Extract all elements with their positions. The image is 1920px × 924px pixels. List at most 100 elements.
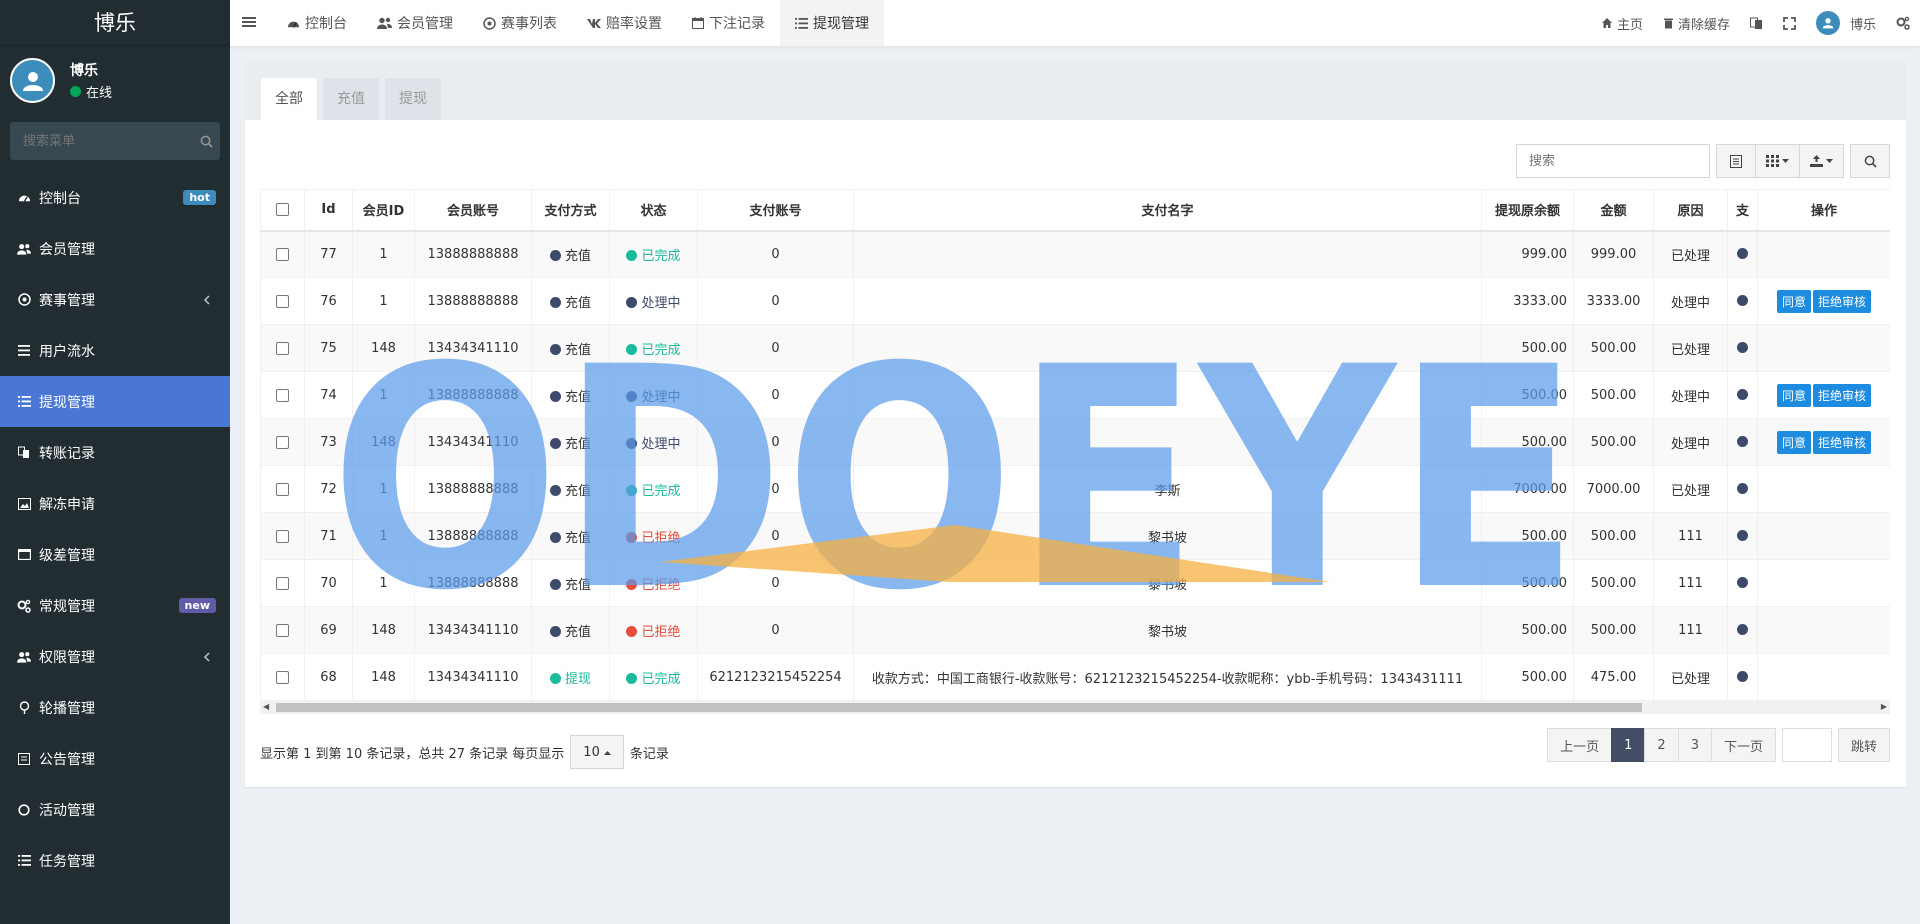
column-header[interactable]: 状态 [609, 189, 698, 232]
sidebar-item-2[interactable]: 赛事管理 [0, 274, 230, 325]
export-button[interactable] [1800, 144, 1844, 178]
table-row[interactable]: 71 1 13888888888 充值 已拒绝 0 黎书坡 500.00 500.00 111 [260, 512, 1890, 560]
columns-button[interactable] [1756, 144, 1800, 178]
filter-tab-0[interactable]: 全部 [261, 78, 317, 120]
cell-extra [1727, 371, 1758, 419]
toggle-view-button[interactable] [1716, 144, 1756, 178]
top-tab-0[interactable]: 控制台 [272, 0, 362, 46]
search-icon[interactable] [193, 135, 220, 148]
cogs-icon [17, 599, 31, 613]
clear-cache-button[interactable]: 清除缓存 [1653, 0, 1740, 46]
row-checkbox[interactable] [276, 529, 289, 543]
table-row[interactable]: 69 148 13434341110 充值 已拒绝 0 黎书坡 500.00 500.00 111 [260, 606, 1890, 654]
settings-gears-icon[interactable] [1886, 0, 1920, 46]
column-header[interactable]: 会员账号 [414, 189, 532, 232]
filter-tab-1[interactable]: 充值 [323, 78, 379, 120]
cell-payname [853, 324, 1482, 372]
next-page-button[interactable]: 下一页 [1710, 728, 1776, 762]
scrollbar-thumb[interactable] [276, 703, 1642, 712]
table-row[interactable]: 75 148 13434341110 充值 已完成 0 500.00 500.00 已处理 [260, 324, 1890, 372]
status-label: 处理中 [641, 295, 681, 311]
sidebar-item-7[interactable]: 级差管理 [0, 529, 230, 580]
row-checkbox[interactable] [276, 623, 289, 637]
top-user-menu[interactable]: 博乐 [1806, 0, 1886, 46]
table-row[interactable]: 70 1 13888888888 充值 已拒绝 0 黎书坡 500.00 500.00 111 [260, 559, 1890, 607]
table-row[interactable]: 73 148 13434341110 充值 处理中 0 500.00 500.00 处理中 同意拒… [260, 418, 1890, 466]
brand-logo[interactable]: 博乐 [0, 0, 230, 46]
sidebar-item-13[interactable]: 任务管理 [0, 835, 230, 886]
column-header[interactable]: 支付名字 [853, 189, 1482, 232]
scroll-right-icon[interactable]: ▶ [1881, 702, 1887, 711]
sidebar-item-5[interactable]: 转账记录 [0, 427, 230, 478]
top-tab-1[interactable]: 会员管理 [362, 0, 468, 46]
sidebar-item-6[interactable]: 解冻申请 [0, 478, 230, 529]
column-header[interactable]: 金额 [1573, 189, 1654, 232]
row-checkbox[interactable] [276, 576, 289, 590]
column-header[interactable]: 支付账号 [697, 189, 854, 232]
column-header[interactable]: 支 [1727, 189, 1758, 232]
row-checkbox[interactable] [276, 670, 289, 684]
table-row[interactable]: 72 1 13888888888 充值 已完成 0 李斯 7000.00 7000.00 已处理 [260, 465, 1890, 513]
column-header[interactable]: 提现原余额 [1481, 189, 1574, 232]
column-header[interactable]: 会员ID [352, 189, 415, 232]
top-tab-3[interactable]: 赔率设置 [572, 0, 677, 46]
column-header[interactable]: 支付方式 [531, 189, 610, 232]
table-header-row: Id 会员ID 会员账号 支付方式 状态 支付账号 支付名字 提现原余额 金额 原因支操作 [260, 189, 1890, 232]
sidebar-item-10[interactable]: 轮播管理 [0, 682, 230, 733]
sidebar-item-9[interactable]: 权限管理 [0, 631, 230, 682]
sidebar-search-input[interactable] [10, 122, 193, 160]
agree-button[interactable]: 同意 [1776, 289, 1811, 313]
status-label: 处理中 [641, 436, 681, 452]
row-checkbox[interactable] [276, 341, 289, 355]
row-checkbox[interactable] [276, 247, 289, 261]
row-checkbox[interactable] [276, 388, 289, 402]
row-checkbox[interactable] [276, 294, 289, 308]
filter-tab-2[interactable]: 提现 [385, 78, 441, 120]
caret-down-icon [1782, 158, 1789, 163]
row-checkbox[interactable] [276, 482, 289, 496]
jump-button[interactable]: 跳转 [1837, 728, 1890, 762]
status-cell: 处理中 [609, 418, 698, 466]
sidebar-item-11[interactable]: 公告管理 [0, 733, 230, 784]
sidebar-item-8[interactable]: 常规管理 new [0, 580, 230, 631]
reject-button[interactable]: 拒绝审核 [1813, 383, 1872, 407]
page-size-dropdown[interactable]: 10 [570, 735, 624, 769]
column-header[interactable]: 原因 [1653, 189, 1728, 232]
top-tab-4[interactable]: 下注记录 [677, 0, 780, 46]
page-3-button[interactable]: 3 [1677, 728, 1712, 762]
jump-page-input[interactable] [1781, 728, 1832, 762]
cell-balance: 500.00 [1481, 324, 1574, 372]
page-2-button[interactable]: 2 [1644, 728, 1679, 762]
table-search-input[interactable] [1516, 144, 1710, 178]
translate-icon[interactable] [1740, 0, 1773, 46]
select-all-checkbox[interactable] [276, 203, 289, 217]
sidebar-item-12[interactable]: 活动管理 [0, 784, 230, 835]
fullscreen-icon[interactable] [1773, 0, 1806, 46]
row-checkbox[interactable] [276, 435, 289, 449]
hamburger-icon[interactable] [242, 15, 256, 33]
prev-page-button[interactable]: 上一页 [1547, 728, 1613, 762]
table-row[interactable]: 77 1 13888888888 充值 已完成 0 999.00 999.00 已处理 [260, 230, 1890, 278]
pay-method-cell: 充值 [531, 606, 610, 654]
top-tab-2[interactable]: 赛事列表 [468, 0, 572, 46]
table-row[interactable]: 74 1 13888888888 充值 处理中 0 500.00 500.00 处理中 同意 拒绝审… [260, 371, 1890, 419]
table-row[interactable]: 76 1 13888888888 充值 处理中 0 3333.00 3333.00 处理中 同意拒… [260, 277, 1890, 325]
top-tab-5[interactable]: 提现管理 [780, 0, 884, 46]
column-header[interactable]: 操作 [1757, 189, 1890, 232]
scroll-left-icon[interactable]: ◀ [263, 702, 269, 711]
horizontal-scrollbar[interactable]: ◀ ▶ [260, 700, 1890, 714]
table-row[interactable]: 68 148 13434341110 提现 已完成 6212123215452254 收款方… [260, 653, 1890, 701]
reject-button[interactable]: 拒绝审核 [1813, 289, 1872, 313]
agree-button[interactable]: 同意 [1776, 430, 1811, 454]
page-1-button[interactable]: 1 [1611, 728, 1646, 762]
sidebar-item-0[interactable]: 控制台 hot [0, 172, 230, 223]
sidebar-item-3[interactable]: 用户流水 [0, 325, 230, 376]
row-select-cell [260, 371, 305, 419]
column-header[interactable]: Id [304, 189, 353, 232]
agree-button[interactable]: 同意 [1776, 383, 1811, 407]
search-button[interactable] [1850, 144, 1890, 178]
reject-button[interactable]: 拒绝审核 [1813, 430, 1872, 454]
sidebar-item-4[interactable]: 提现管理 [0, 376, 230, 427]
home-link[interactable]: 主页 [1591, 0, 1653, 46]
sidebar-item-1[interactable]: 会员管理 [0, 223, 230, 274]
